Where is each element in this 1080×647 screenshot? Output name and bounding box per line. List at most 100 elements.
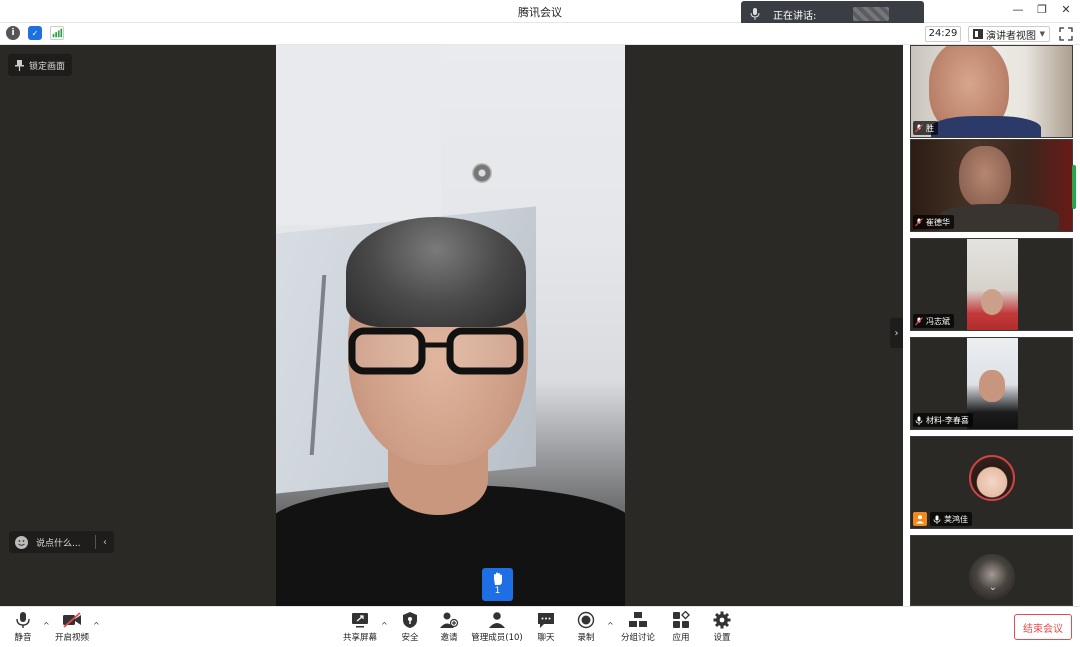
mute-options-caret-icon[interactable]: ^ xyxy=(43,621,50,630)
emoji-face xyxy=(18,539,25,546)
participant-name-tag: 崔德华 xyxy=(913,215,954,229)
participant-shirt xyxy=(939,204,1059,231)
share-screen-icon xyxy=(352,613,368,628)
mute-label: 静音 xyxy=(14,633,32,643)
participant-name: 材料-李春喜 xyxy=(926,415,969,425)
participant-face xyxy=(959,146,1011,208)
record-label: 录制 xyxy=(577,633,595,643)
participant-video-panel: 胜 崔德华 冯志斌 材料-李春喜 荚鸿佳 xyxy=(903,45,1080,606)
raise-hand-count: 1 xyxy=(494,586,501,596)
video-person-hair xyxy=(346,217,526,327)
participant-video xyxy=(967,239,1018,330)
chevron-left-icon[interactable]: ‹ xyxy=(96,537,114,548)
window-controls: — ❐ ✕ xyxy=(1010,2,1074,18)
video-options-caret-icon[interactable]: ^ xyxy=(93,621,100,630)
microphone-muted-icon xyxy=(915,316,923,325)
video-off-icon xyxy=(63,612,81,628)
participant-name: 冯志斌 xyxy=(926,316,950,326)
end-meeting-button[interactable]: 结束会议 xyxy=(1014,614,1072,640)
signal-icon[interactable] xyxy=(50,26,64,40)
view-mode-select[interactable]: 演讲者视图 ▼ xyxy=(968,26,1050,42)
participant-name-tag: 胜 xyxy=(913,121,938,135)
breakout-label: 分组讨论 xyxy=(620,633,655,643)
share-screen-label: 共享屏幕 xyxy=(342,633,377,643)
collapse-panel-button[interactable]: › xyxy=(890,318,903,348)
chat-placeholder: 说点什么... xyxy=(36,538,81,549)
speaker-name-blurred xyxy=(853,7,889,21)
security-button[interactable]: 安全 xyxy=(388,611,432,643)
fullscreen-icon[interactable] xyxy=(1059,27,1073,41)
participant-face xyxy=(981,289,1003,315)
invite-button[interactable]: 邀请 xyxy=(427,611,471,643)
restore-icon[interactable]: ❐ xyxy=(1034,2,1050,18)
pin-icon xyxy=(15,59,24,71)
manage-members-label: 管理成员(10) xyxy=(471,633,523,643)
video-person-glasses xyxy=(348,327,524,375)
speaking-label: 正在讲话: xyxy=(773,10,817,22)
microphone-muted-icon xyxy=(915,123,923,132)
share-screen-button[interactable]: 共享屏幕 xyxy=(338,611,382,643)
record-icon xyxy=(577,611,595,629)
record-button[interactable]: 录制 xyxy=(564,611,608,643)
microphone-icon xyxy=(16,612,30,628)
members-icon xyxy=(489,612,505,628)
person-glyph xyxy=(916,515,924,524)
caret-down-icon: ▼ xyxy=(1039,30,1045,38)
bottom-toolbar: 静音 ^ 开启视频 ^ 共享屏幕 ^ 安全 邀请 管理成员(10) 聊天 录制 … xyxy=(0,606,1080,647)
close-icon[interactable]: ✕ xyxy=(1058,2,1074,18)
video-background-wall xyxy=(276,45,441,225)
host-icon xyxy=(913,512,927,526)
chat-button[interactable]: 聊天 xyxy=(524,611,568,643)
meeting-info-bar: i ✓ 24:29 演讲者视图 ▼ xyxy=(0,23,1080,45)
info-icon[interactable]: i xyxy=(6,26,20,40)
microphone-icon xyxy=(915,416,923,425)
shield-icon[interactable]: ✓ xyxy=(28,26,42,40)
settings-button[interactable]: 设置 xyxy=(700,611,744,643)
video-label: 开启视频 xyxy=(54,633,89,643)
participant-tile[interactable]: 崔德华 xyxy=(910,139,1073,232)
apps-button[interactable]: 应用 xyxy=(659,611,703,643)
participant-shirt xyxy=(931,116,1041,137)
shield-icon xyxy=(403,612,417,628)
manage-members-button[interactable]: 管理成员(10) xyxy=(468,611,526,643)
participant-name-tag: 材料-李春喜 xyxy=(913,413,973,427)
participant-tile[interactable]: 冯志斌 xyxy=(910,238,1073,331)
gear-icon xyxy=(713,611,731,629)
minimize-icon[interactable]: — xyxy=(1010,2,1026,18)
breakout-rooms-icon xyxy=(629,612,647,627)
microphone-icon xyxy=(933,515,941,524)
participant-tile[interactable]: 胜 xyxy=(910,45,1073,138)
participant-tile[interactable]: 荚鸿佳 xyxy=(910,436,1073,529)
participant-tile[interactable]: 材料-李春喜 xyxy=(910,337,1073,430)
chat-icon xyxy=(538,613,554,628)
main-video-feed xyxy=(276,45,625,606)
view-mode-label: 演讲者视图 xyxy=(986,30,1036,42)
invite-label: 邀请 xyxy=(440,633,458,643)
video-button[interactable]: 开启视频 xyxy=(50,611,94,643)
share-options-caret-icon[interactable]: ^ xyxy=(381,621,388,630)
settings-label: 设置 xyxy=(713,633,731,643)
pin-view-button[interactable]: 锁定画面 xyxy=(8,54,73,76)
participant-name: 胜 xyxy=(926,123,934,133)
apps-icon xyxy=(673,611,690,628)
video-background-lamp xyxy=(472,163,492,183)
raise-hand-indicator[interactable]: 1 xyxy=(482,568,513,601)
participant-face xyxy=(979,370,1005,402)
participant-avatar xyxy=(969,455,1015,501)
security-label: 安全 xyxy=(401,633,419,643)
quick-chat-input[interactable]: 说点什么... ‹ xyxy=(9,531,114,553)
chevron-right-icon: › xyxy=(894,327,899,339)
participant-name: 荚鸿佳 xyxy=(944,514,968,524)
audio-level-bar xyxy=(1072,165,1076,209)
microphone-icon xyxy=(750,8,760,20)
mute-button[interactable]: 静音 xyxy=(1,611,45,643)
meeting-timer: 24:29 xyxy=(925,26,961,42)
apps-label: 应用 xyxy=(672,633,690,643)
hand-icon xyxy=(493,572,502,585)
breakout-button[interactable]: 分组讨论 xyxy=(616,611,660,643)
emoji-icon[interactable] xyxy=(15,535,28,549)
main-stage: 锁定画面 1 说点什么... ‹ xyxy=(0,45,903,606)
scroll-down-icon[interactable]: ⌄ xyxy=(986,582,1000,596)
microphone-muted-icon xyxy=(915,217,923,226)
record-options-caret-icon[interactable]: ^ xyxy=(607,621,614,630)
